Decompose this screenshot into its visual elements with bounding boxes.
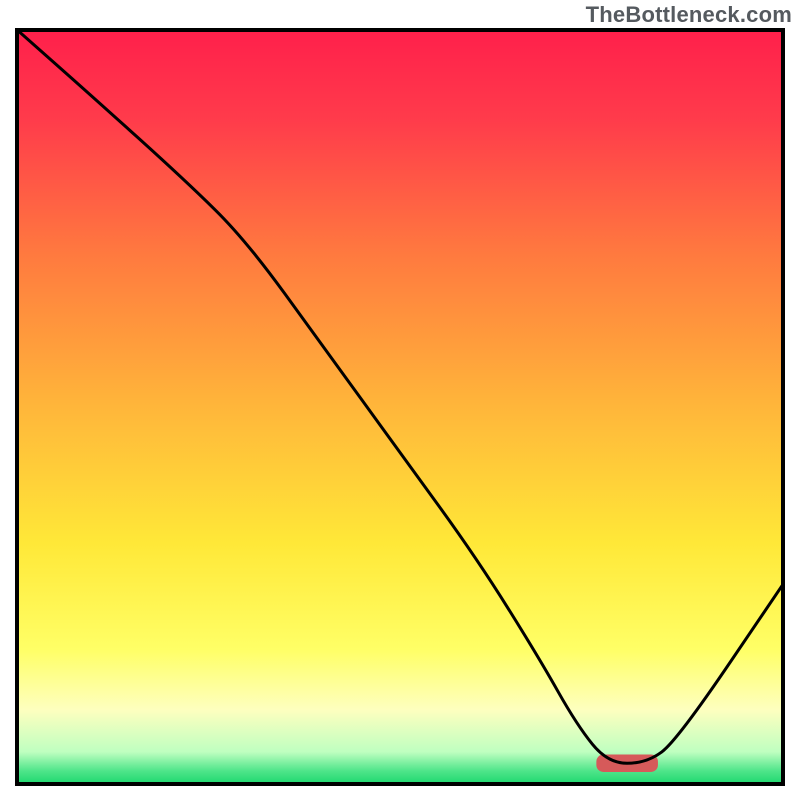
watermark-text: TheBottleneck.com — [586, 2, 792, 28]
plot-area — [15, 28, 785, 786]
chart-stage: TheBottleneck.com — [0, 0, 800, 800]
gradient-background — [15, 28, 785, 786]
bottleneck-chart — [15, 28, 785, 786]
